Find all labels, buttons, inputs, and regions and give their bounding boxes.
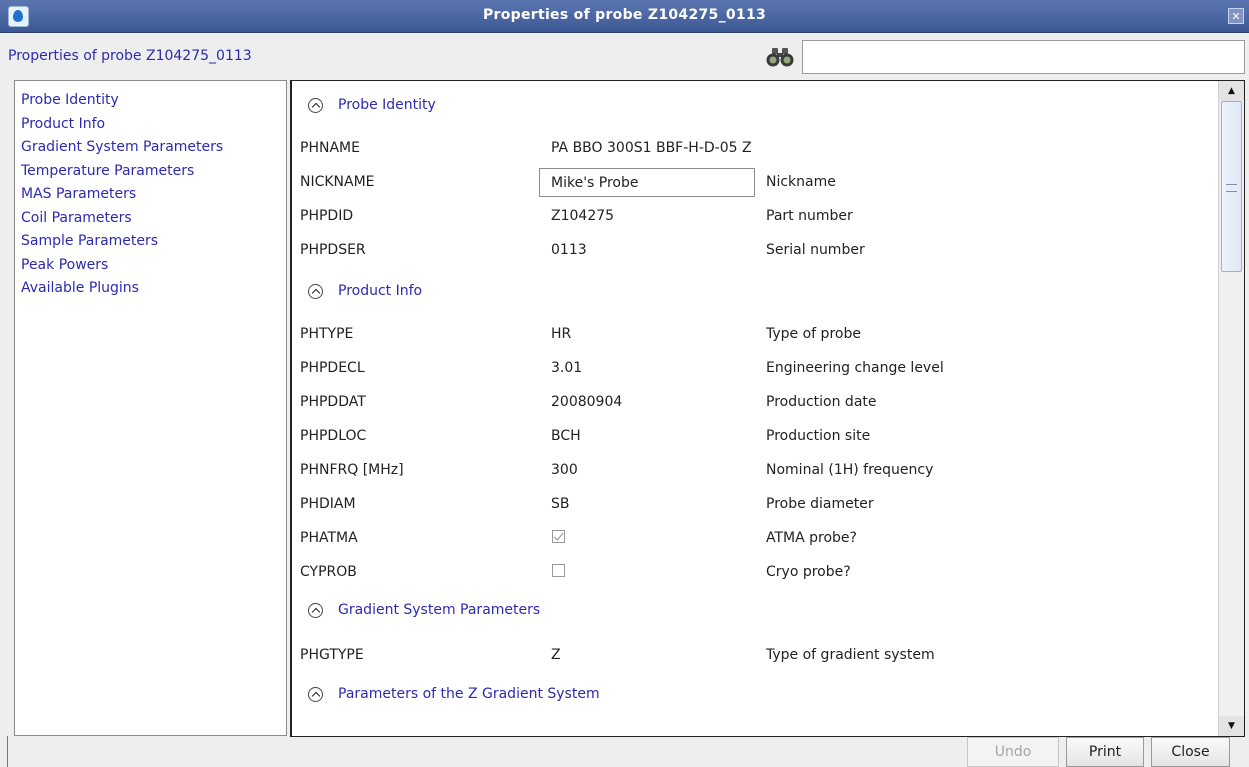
property-description: Probe diameter xyxy=(766,496,874,512)
sidebar-nav: Probe Identity Product Info Gradient Sys… xyxy=(14,80,287,736)
title-bar: Properties of probe Z104275_0113 ✕ xyxy=(0,0,1249,33)
section-gradient-system-parameters[interactable]: Gradient System Parameters xyxy=(308,598,540,622)
property-value: PA BBO 300S1 BBF-H-D-05 Z xyxy=(551,140,752,156)
property-description: Type of probe xyxy=(766,326,861,342)
property-name: PHTYPE xyxy=(300,326,354,342)
property-name: PHDIAM xyxy=(300,496,356,512)
property-row-phpdid: PHPDID Z104275 Part number xyxy=(292,205,1212,229)
sidebar-item-peak-powers[interactable]: Peak Powers xyxy=(15,254,286,278)
sidebar-item-available-plugins[interactable]: Available Plugins xyxy=(15,277,286,301)
collapse-up-icon[interactable] xyxy=(308,283,323,299)
sidebar-item-sample-parameters[interactable]: Sample Parameters xyxy=(15,230,286,254)
sidebar-item-temperature-parameters[interactable]: Temperature Parameters xyxy=(15,160,286,184)
property-name: PHPDLOC xyxy=(300,428,367,444)
property-name: PHPDSER xyxy=(300,242,366,258)
property-row-phname: PHNAME PA BBO 300S1 BBF-H-D-05 Z xyxy=(292,137,1212,161)
section-z-gradient-system[interactable]: Parameters of the Z Gradient System xyxy=(308,682,600,706)
property-name: PHPDID xyxy=(300,208,354,224)
print-button[interactable]: Print xyxy=(1066,737,1144,767)
undo-button[interactable]: Undo xyxy=(967,737,1059,767)
nickname-field[interactable] xyxy=(539,168,755,197)
property-name: CYPROB xyxy=(300,564,357,580)
binoculars-icon[interactable] xyxy=(765,46,795,68)
scroll-down-arrow-icon[interactable]: ▼ xyxy=(1219,716,1244,736)
property-row-phpdloc: PHPDLOC BCH Production site xyxy=(292,425,1212,449)
property-name: PHNFRQ [MHz] xyxy=(300,462,404,478)
property-value: 0113 xyxy=(551,242,587,258)
property-description: Type of gradient system xyxy=(766,647,935,663)
property-description: Cryo probe? xyxy=(766,564,851,580)
cryo-checkbox[interactable] xyxy=(552,564,565,577)
collapse-up-icon[interactable] xyxy=(308,602,323,618)
search-input[interactable] xyxy=(802,40,1245,74)
divider xyxy=(7,736,8,767)
collapse-up-icon[interactable] xyxy=(308,686,323,702)
section-title: Probe Identity xyxy=(338,97,436,113)
property-description: Engineering change level xyxy=(766,360,944,376)
close-button[interactable]: Close xyxy=(1151,737,1230,767)
property-row-phpdecl: PHPDECL 3.01 Engineering change level xyxy=(292,357,1212,381)
section-product-info[interactable]: Product Info xyxy=(308,279,422,303)
property-name: PHGTYPE xyxy=(300,647,364,663)
property-row-nickname: NICKNAME Nickname xyxy=(292,168,1212,197)
property-row-phnfrq: PHNFRQ [MHz] 300 Nominal (1H) frequency xyxy=(292,459,1212,483)
sidebar-item-mas-parameters[interactable]: MAS Parameters xyxy=(15,183,286,207)
scrollbar-thumb[interactable] xyxy=(1221,101,1242,272)
properties-panel: Probe Identity PHNAME PA BBO 300S1 BBF-H… xyxy=(290,80,1245,737)
scroll-up-arrow-icon[interactable]: ▲ xyxy=(1219,81,1244,101)
property-value: HR xyxy=(551,326,572,342)
property-description: Nominal (1H) frequency xyxy=(766,462,934,478)
section-title: Parameters of the Z Gradient System xyxy=(338,686,600,702)
property-value: 300 xyxy=(551,462,578,478)
section-title: Gradient System Parameters xyxy=(338,602,541,618)
window-title: Properties of probe Z104275_0113 xyxy=(482,7,767,23)
property-row-phpdser: PHPDSER 0113 Serial number xyxy=(292,239,1212,263)
property-value: SB xyxy=(551,496,570,512)
grip-icon xyxy=(1226,184,1237,192)
property-description: Production site xyxy=(766,428,871,444)
property-name: PHNAME xyxy=(300,140,360,156)
property-value: 3.01 xyxy=(551,360,583,376)
property-name: PHPDDAT xyxy=(300,394,366,410)
property-row-phgtype: PHGTYPE Z Type of gradient system xyxy=(292,644,1212,668)
sidebar-item-product-info[interactable]: Product Info xyxy=(15,113,286,137)
atma-checkbox[interactable] xyxy=(552,530,565,543)
sidebar-item-probe-identity[interactable]: Probe Identity xyxy=(15,89,286,113)
property-row-cyprob: CYPROB Cryo probe? xyxy=(292,561,1212,585)
sidebar-item-coil-parameters[interactable]: Coil Parameters xyxy=(15,207,286,231)
section-title: Product Info xyxy=(338,283,423,299)
vertical-scrollbar[interactable]: ▲ ▼ xyxy=(1218,81,1244,736)
property-row-phpddat: PHPDDAT 20080904 Production date xyxy=(292,391,1212,415)
collapse-up-icon[interactable] xyxy=(308,97,323,113)
property-row-phatma: PHATMA ATMA probe? xyxy=(292,527,1212,551)
property-description: Serial number xyxy=(766,242,865,258)
sidebar-item-gradient-system-parameters[interactable]: Gradient System Parameters xyxy=(15,136,286,160)
property-value: Z104275 xyxy=(551,208,615,224)
section-probe-identity[interactable]: Probe Identity xyxy=(308,93,436,117)
property-description: ATMA probe? xyxy=(766,530,857,546)
page-title: Properties of probe Z104275_0113 xyxy=(8,48,252,64)
property-row-phtype: PHTYPE HR Type of probe xyxy=(292,323,1212,347)
property-name: PHPDECL xyxy=(300,360,365,376)
property-name: PHATMA xyxy=(300,530,358,546)
close-icon[interactable]: ✕ xyxy=(1228,8,1244,24)
property-description: Production date xyxy=(766,394,877,410)
property-value: BCH xyxy=(551,428,581,444)
property-row-phdiam: PHDIAM SB Probe diameter xyxy=(292,493,1212,517)
property-value: Z xyxy=(551,647,561,663)
property-value: 20080904 xyxy=(551,394,623,410)
property-name: NICKNAME xyxy=(300,174,375,190)
property-description: Part number xyxy=(766,208,853,224)
property-description: Nickname xyxy=(766,174,836,190)
